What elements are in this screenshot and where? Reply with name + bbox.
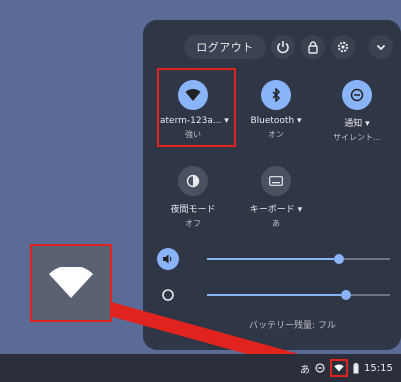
- do-not-disturb-icon: [315, 363, 325, 373]
- night-light-toggle[interactable]: [178, 166, 208, 196]
- brightness-row: [157, 284, 392, 306]
- tile-night-light-label: 夜間モード: [170, 205, 216, 215]
- tile-bluetooth-status: オン: [268, 130, 284, 139]
- tile-bluetooth[interactable]: Bluetooth ▾ オン: [243, 80, 309, 140]
- keyboard-icon: [269, 176, 283, 186]
- bluetooth-toggle[interactable]: [261, 80, 291, 110]
- do-not-disturb-icon: [350, 88, 364, 102]
- tile-night-light[interactable]: 夜間モード オフ: [160, 166, 226, 229]
- keyboard-toggle[interactable]: [261, 166, 291, 196]
- lock-button[interactable]: [301, 35, 325, 59]
- brightness-fill: [207, 294, 347, 296]
- brightness-button: [157, 284, 179, 306]
- wifi-zoom-callout: [30, 244, 112, 322]
- logout-button[interactable]: ログアウト: [184, 35, 266, 59]
- tile-notifications-label: 通知: [344, 119, 363, 129]
- volume-thumb[interactable]: [333, 254, 344, 264]
- tile-keyboard[interactable]: キーボード ▾ あ: [243, 166, 309, 229]
- volume-row: [157, 248, 392, 270]
- chevron-down-icon: [376, 44, 386, 51]
- power-button[interactable]: [271, 35, 295, 59]
- tray-wifi-highlight: [330, 359, 348, 377]
- volume-slider[interactable]: [207, 254, 390, 264]
- brightness-slider[interactable]: [207, 290, 390, 300]
- volume-mute-button[interactable]: [157, 248, 179, 270]
- bluetooth-icon: [272, 88, 281, 102]
- wifi-icon: [49, 267, 93, 298]
- battery-icon: [353, 362, 359, 373]
- lock-icon: [308, 41, 318, 54]
- tile-night-light-status: オフ: [185, 219, 201, 228]
- collapse-button[interactable]: [369, 35, 393, 59]
- power-icon: [277, 41, 289, 54]
- wifi-tile-highlight: [157, 68, 236, 147]
- settings-button[interactable]: [331, 35, 355, 59]
- clock[interactable]: 15:15: [364, 363, 393, 374]
- volume-fill: [207, 258, 339, 260]
- gear-icon: [337, 41, 349, 53]
- brightness-thumb[interactable]: [341, 290, 352, 300]
- tile-keyboard-status: あ: [272, 219, 280, 228]
- logout-label: ログアウト: [196, 41, 254, 54]
- wifi-icon: [334, 364, 344, 372]
- notifications-toggle[interactable]: [342, 80, 372, 110]
- ime-indicator: あ: [300, 364, 310, 376]
- status-tray[interactable]: あ 15:15: [300, 358, 393, 378]
- tile-bluetooth-label: Bluetooth: [250, 116, 295, 126]
- volume-icon: [163, 254, 172, 264]
- night-light-icon: [186, 174, 200, 188]
- tile-keyboard-label: キーボード: [249, 205, 295, 215]
- tile-notifications[interactable]: 通知 ▾ サイレント...: [324, 80, 390, 143]
- tile-notifications-status: サイレント...: [333, 133, 381, 142]
- battery-text: バッテリー残量: フル: [249, 321, 336, 331]
- brightness-icon: [162, 289, 174, 301]
